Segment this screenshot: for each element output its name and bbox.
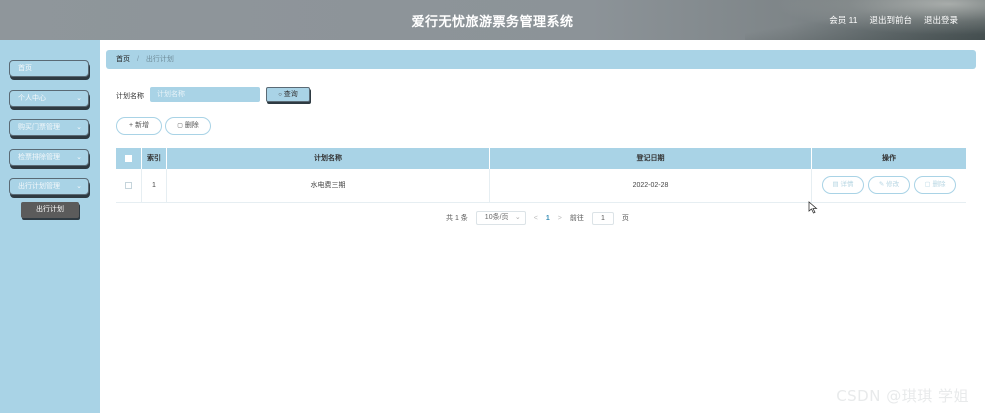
page-size-value: 10条/页 <box>484 214 509 221</box>
document-icon: ▤ <box>832 181 839 189</box>
total-count: 共 1 条 <box>446 215 468 222</box>
breadcrumb-current: 出行计划 <box>145 56 174 63</box>
trash-icon: ▢ <box>177 123 183 129</box>
sidebar-item-label: 首页 <box>18 65 32 72</box>
edit-icon: ✎ <box>878 181 885 189</box>
sidebar-item-personal-center[interactable]: 个人中心 ⌄ <box>9 90 89 107</box>
breadcrumb: 首页 / 出行计划 <box>106 50 976 69</box>
mouse-cursor-icon <box>808 201 818 214</box>
sidebar: 首页 个人中心 ⌄ 购买门票管理 ⌄ 检票排除管理 ⌄ 出行计划管理 ⌄ <box>0 40 100 413</box>
page-number-current[interactable]: 1 <box>546 215 550 222</box>
cell-plan-name: 水电费三期 <box>167 169 490 203</box>
header-links: 会员 11 退出到前台 退出登录 <box>829 14 958 26</box>
sidebar-item-label: 出行计划管理 <box>18 183 60 190</box>
sidebar-item-ticket-check[interactable]: 检票排除管理 ⌄ <box>9 149 89 166</box>
chevron-down-icon: ⌄ <box>76 124 82 131</box>
cell-index: 1 <box>142 169 167 203</box>
page-size-select[interactable]: 10条/页 ⌄ <box>475 211 526 225</box>
cell-ops: ▤ 详情 ✎ 修改 ▢ 删除 <box>812 169 966 203</box>
exit-to-front-link[interactable]: 退出到前台 <box>869 14 912 26</box>
watermark: CSDN @琪琪 学姐 <box>836 387 969 405</box>
header-ops: 操作 <box>882 155 896 162</box>
sidebar-item-travel-plan-mgmt[interactable]: 出行计划管理 ⌄ <box>9 178 89 195</box>
logout-link[interactable]: 退出登录 <box>924 14 958 26</box>
data-table: 索引 计划名称 登记日期 操作 1 水电费三期 2022-02-28 ▤ 详情 … <box>116 148 966 203</box>
add-button[interactable]: + 新增 <box>116 117 162 135</box>
header-date: 登记日期 <box>490 148 812 169</box>
page-suffix: 页 <box>621 215 629 222</box>
row-delete-button[interactable]: ▢ 删除 <box>914 176 956 195</box>
sidebar-item-home[interactable]: 首页 <box>9 60 89 77</box>
sidebar-item-ticket-purchase[interactable]: 购买门票管理 ⌄ <box>9 119 89 136</box>
pagination: 共 1 条 10条/页 ⌄ < 1 > 前往 1 页 <box>446 211 629 225</box>
prev-page-button[interactable]: < <box>534 215 538 222</box>
delete-button[interactable]: ▢ 删除 <box>165 117 211 135</box>
breadcrumb-home[interactable]: 首页 <box>116 56 130 63</box>
select-all-cell <box>116 148 142 169</box>
goto-page-input[interactable]: 1 <box>591 211 614 225</box>
trash-icon: ▢ <box>924 181 931 189</box>
add-button-label: 新增 <box>135 122 150 129</box>
detail-button[interactable]: ▤ 详情 <box>822 176 864 195</box>
cell-date: 2022-02-28 <box>490 169 812 203</box>
chevron-down-icon: ⌄ <box>514 214 521 221</box>
chevron-down-icon: ⌄ <box>76 154 82 161</box>
search-button-label: 查询 <box>283 91 298 98</box>
goto-label: 前往 <box>569 215 584 222</box>
plus-icon: + <box>128 122 134 129</box>
next-page-button[interactable]: > <box>558 215 562 222</box>
edit-button-label: 修改 <box>886 181 900 189</box>
detail-button-label: 详情 <box>840 181 854 189</box>
search-label: 计划名称 <box>116 93 144 100</box>
table-header: 索引 计划名称 登记日期 操作 <box>116 148 966 169</box>
search-button[interactable]: ○ 查询 <box>266 87 310 102</box>
search-icon: ○ <box>278 92 282 98</box>
select-all-checkbox[interactable] <box>125 154 132 162</box>
chevron-down-icon: ⌄ <box>76 183 82 190</box>
user-label: 会员 11 <box>829 15 858 25</box>
top-header: 爱行无忧旅游票务管理系统 会员 11 退出到前台 退出登录 <box>0 0 985 40</box>
table-row: 1 水电费三期 2022-02-28 ▤ 详情 ✎ 修改 ▢ 删除 <box>116 169 966 203</box>
row-delete-button-label: 删除 <box>932 181 946 189</box>
row-checkbox[interactable] <box>125 181 132 189</box>
sidebar-item-label: 购买门票管理 <box>18 124 60 131</box>
breadcrumb-separator: / <box>136 56 139 63</box>
sidebar-item-label: 个人中心 <box>18 95 46 102</box>
header-index: 索引 <box>142 148 167 169</box>
search-input[interactable] <box>150 87 260 102</box>
delete-button-label: 删除 <box>184 122 199 129</box>
chevron-down-icon: ⌄ <box>76 95 82 102</box>
sidebar-item-label: 检票排除管理 <box>18 154 60 161</box>
row-select-cell <box>116 169 142 203</box>
header-plan-name: 计划名称 <box>167 148 490 169</box>
edit-button[interactable]: ✎ 修改 <box>868 176 910 195</box>
sidebar-subitem-travel-plan[interactable]: 出行计划 <box>21 202 79 218</box>
